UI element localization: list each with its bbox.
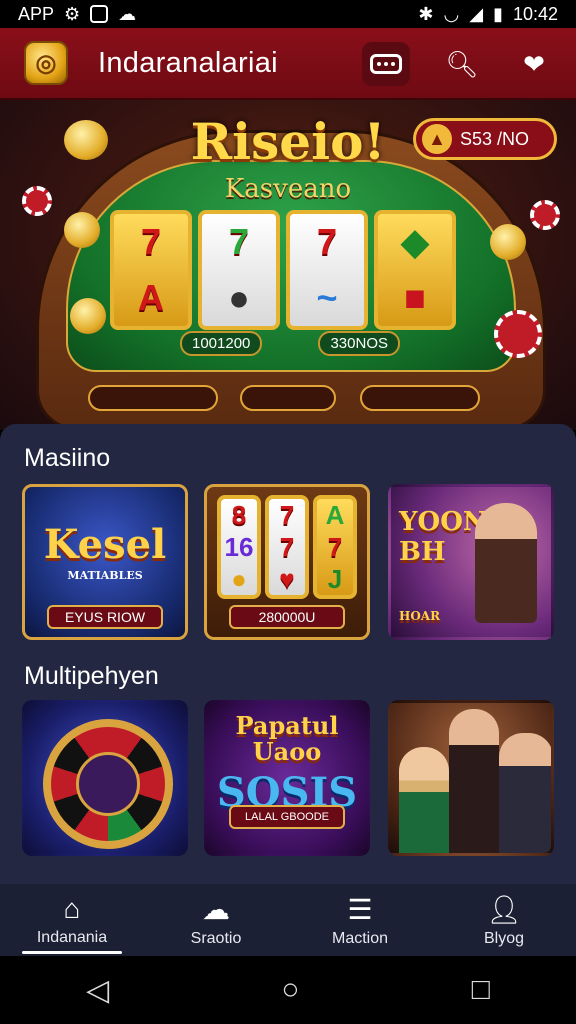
chat-button[interactable] xyxy=(362,42,410,86)
wifi-icon: ◡ xyxy=(443,3,460,24)
home-circle-icon[interactable]: ○ xyxy=(281,973,299,1007)
player-person-image xyxy=(499,733,551,853)
section-title: Masiino xyxy=(24,444,111,472)
gold-coin-icon xyxy=(64,212,100,248)
game-card-subtitle: HOAR xyxy=(399,609,441,623)
nav-item-home[interactable]: ⌂ Indanania xyxy=(0,884,144,956)
reel: 7 ● xyxy=(198,210,280,330)
game-card[interactable]: 8 16 ● 7 7 ♥ A7J 280000U xyxy=(204,484,370,640)
nav-item-label: Maction xyxy=(331,929,389,947)
app-logo-icon[interactable]: ◎ xyxy=(24,41,68,85)
gold-coin-icon xyxy=(490,224,526,260)
app-status-icon xyxy=(90,5,109,23)
coin-balance-label: S53 /NO xyxy=(460,128,530,149)
hero-banner[interactable]: Riseio! Kasveano ▲ S53 /NO 7A 7 ● 7 ~ ◆ ■ 1… xyxy=(0,100,576,430)
game-card-title: Kesel xyxy=(43,521,167,568)
coin-balance-button[interactable]: ▲ S53 /NO xyxy=(413,118,557,160)
nav-item-profile[interactable]: 👤︎ Blyog xyxy=(432,884,576,956)
poker-chip-icon xyxy=(530,200,560,230)
nav-item-messages[interactable]: ☰ Maction xyxy=(288,884,432,956)
back-icon[interactable]: ◁ xyxy=(86,973,109,1008)
game-card-banner: LALAL GBOODE xyxy=(229,805,345,829)
nav-item-label: Indanania xyxy=(36,929,108,946)
machine-slot xyxy=(360,385,480,411)
player-person-image xyxy=(449,709,499,853)
user-icon: 👤︎ xyxy=(486,893,522,925)
reel: 8 16 ● xyxy=(217,495,261,599)
app-bar: ◎ Indaranalariai 🔍︎ ❤ xyxy=(0,28,576,100)
hero-subtitle: Kasveano xyxy=(224,174,352,204)
reel: A7J xyxy=(313,495,357,599)
notification-status-icon: ☁ xyxy=(118,3,137,24)
gold-coin-icon xyxy=(70,298,106,334)
search-icon: 🔍︎ xyxy=(445,48,479,79)
section-title: Multipehyen xyxy=(24,662,159,690)
reel-left-label: 1001200 xyxy=(180,330,263,356)
nav-item-label: Sraotio xyxy=(190,929,242,947)
game-card-subtitle: MATIABLES xyxy=(67,569,143,582)
nav-item-label: Blyog xyxy=(483,929,525,947)
game-card[interactable]: Papatul Uaoo SOSIS LALAL GBOODE xyxy=(204,700,370,856)
game-card[interactable] xyxy=(388,700,554,856)
home-icon: ⌂ xyxy=(63,893,81,924)
reel-right-label: 330NOS xyxy=(318,330,400,356)
message-icon: ☰ xyxy=(347,893,373,925)
game-card-banner: 280000U xyxy=(229,605,345,629)
profile-icon: ❤ xyxy=(523,48,545,79)
reel: ◆ ■ xyxy=(374,210,456,330)
games-panel: Masiino Kesel MATIABLES EYUS RIOW 8 16 ● 7… xyxy=(0,424,576,884)
game-card[interactable]: Kesel MATIABLES EYUS RIOW xyxy=(22,484,188,640)
poker-chip-icon xyxy=(494,310,542,358)
app-title: Indaranalariai xyxy=(98,46,278,79)
status-bar: APP ⚙ ☁ ✱ ◡ ◢ ▮ 10:42 xyxy=(0,0,576,28)
search-button[interactable]: 🔍︎ xyxy=(438,42,486,86)
battery-icon: ▮ xyxy=(493,3,503,24)
mini-reels: 8 16 ● 7 7 ♥ A7J xyxy=(217,495,357,599)
reel: 7A xyxy=(110,210,192,330)
slot-reels: 7A 7 ● 7 ~ ◆ ■ xyxy=(110,210,456,330)
machine-slot xyxy=(240,385,336,411)
chat-bubble-icon: ☁ xyxy=(202,893,230,925)
chat-icon xyxy=(370,54,402,74)
dealer-person-image xyxy=(475,503,537,623)
nav-item-chat[interactable]: ☁ Sraotio xyxy=(144,884,288,956)
system-nav-bar: ◁ ○ □ xyxy=(0,956,576,1024)
bottom-nav: ⌂ Indanania ☁ Sraotio ☰ Maction 👤︎ Blyog xyxy=(0,884,576,956)
player-person-image xyxy=(399,747,449,853)
settings-status-icon: ⚙ xyxy=(64,3,81,24)
game-card-banner: EYUS RIOW xyxy=(47,605,163,629)
reel-info-bar: 1001200 330NOS xyxy=(180,330,400,356)
profile-button[interactable]: ❤ xyxy=(510,42,558,86)
machine-slot xyxy=(88,385,218,411)
reel: 7 ~ xyxy=(286,210,368,330)
game-card[interactable] xyxy=(22,700,188,856)
status-app-label: APP xyxy=(18,3,55,24)
recents-icon[interactable]: □ xyxy=(472,973,490,1007)
status-time: 10:42 xyxy=(512,3,558,24)
reel: 7 7 ♥ xyxy=(265,495,309,599)
game-card-title: Papatul Uaoo xyxy=(235,711,339,766)
game-card-title: YOON BH xyxy=(399,507,487,567)
game-card[interactable]: YOON BH HOAR xyxy=(388,484,554,640)
signal-icon: ◢ xyxy=(469,3,484,24)
roulette-wheel-icon xyxy=(43,719,173,849)
bluetooth-icon: ✱ xyxy=(418,3,434,24)
arrow-up-icon: ▲ xyxy=(422,124,452,154)
